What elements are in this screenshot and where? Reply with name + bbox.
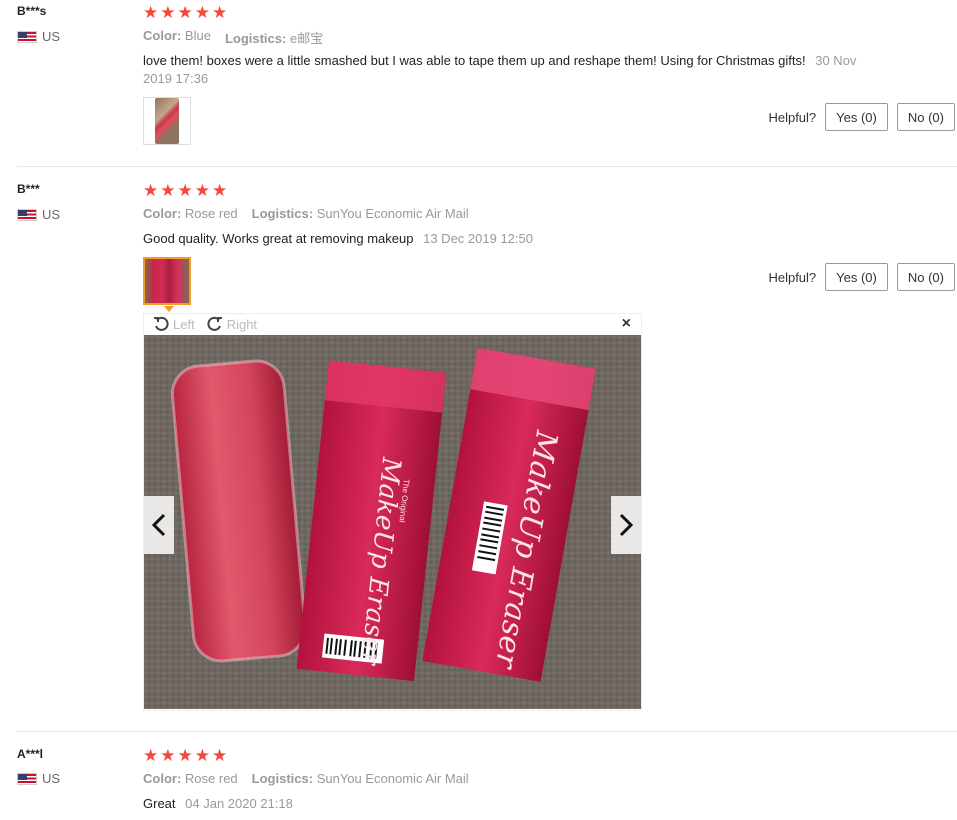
helpful-yes-button[interactable]: Yes (0) xyxy=(825,103,888,131)
helpful-label: Helpful? xyxy=(768,269,817,285)
active-thumb-indicator xyxy=(164,306,174,312)
logistics-label: Logistics: xyxy=(224,31,287,46)
helpful-no-button[interactable]: No (0) xyxy=(896,103,955,131)
review-photo-thumbnail[interactable] xyxy=(143,97,191,145)
rotate-left-icon xyxy=(154,316,169,331)
rotate-right-label: Right xyxy=(226,316,258,332)
star-icon: ★ xyxy=(194,3,210,22)
product-photo-illustration: MakeUp Eraser The Original MakeUp Eraser xyxy=(144,335,641,709)
helpful-label: Helpful? xyxy=(768,109,817,125)
helpful-yes-button[interactable]: Yes (0) xyxy=(825,263,888,291)
product-photo xyxy=(145,259,189,303)
reviewer-country: US xyxy=(17,207,60,222)
star-icon: ★ xyxy=(194,181,210,200)
review-body: Good quality. Works great at removing ma… xyxy=(143,231,414,246)
previous-photo-button[interactable] xyxy=(144,496,174,554)
color-label: Color: xyxy=(143,206,182,221)
us-flag-icon xyxy=(17,772,37,785)
chevron-left-icon xyxy=(152,513,166,537)
reviewer-name: B***s xyxy=(17,4,47,18)
review-date: 04 Jan 2020 21:18 xyxy=(185,796,293,811)
product-photo xyxy=(155,98,179,144)
logistics-label: Logistics: xyxy=(251,771,314,786)
star-icon: ★ xyxy=(177,3,193,22)
review-divider xyxy=(17,166,957,167)
color-label: Color: xyxy=(143,771,182,786)
star-icon: ★ xyxy=(143,3,159,22)
country-code: US xyxy=(42,771,61,786)
helpful-voting: Helpful? Yes (0) No (0) xyxy=(768,263,955,291)
rotate-right-button[interactable]: Right xyxy=(207,316,257,332)
color-value: Blue xyxy=(184,28,211,43)
star-icon: ★ xyxy=(160,3,176,22)
review-body: love them! boxes were a little smashed b… xyxy=(143,53,806,68)
review-text: Good quality. Works great at removing ma… xyxy=(143,230,863,248)
country-code: US xyxy=(42,29,61,44)
rating-stars: ★ ★ ★ ★ ★ xyxy=(143,4,227,21)
photo-viewer: Left Right × MakeUp Eraser The Original … xyxy=(143,313,642,711)
product-photo-large: MakeUp Eraser The Original MakeUp Eraser xyxy=(144,335,641,709)
review-meta: Color: Blue Logistics: e邮宝 xyxy=(143,28,323,47)
logistics-value: SunYou Economic Air Mail xyxy=(316,206,469,221)
review-divider xyxy=(17,731,957,732)
reviewer-country: US xyxy=(17,771,60,786)
helpful-voting: Helpful? Yes (0) No (0) xyxy=(768,103,955,131)
star-icon: ★ xyxy=(160,181,176,200)
rating-stars: ★ ★ ★ ★ ★ xyxy=(143,747,227,764)
viewer-toolbar: Left Right xyxy=(144,314,641,334)
review-body: Great xyxy=(143,796,176,811)
color-value: Rose red xyxy=(184,206,238,221)
reviewer-country: US xyxy=(17,29,60,44)
star-icon: ★ xyxy=(212,746,228,765)
rotate-left-label: Left xyxy=(173,316,195,332)
star-icon: ★ xyxy=(212,3,228,22)
us-flag-icon xyxy=(17,208,37,221)
rotate-left-button[interactable]: Left xyxy=(153,316,195,332)
star-icon: ★ xyxy=(212,181,228,200)
logistics-label: Logistics: xyxy=(251,206,314,221)
logistics-value: e邮宝 xyxy=(289,31,324,46)
review-meta: Color: Rose red Logistics: SunYou Econom… xyxy=(143,206,469,221)
star-icon: ★ xyxy=(160,746,176,765)
review-photo-thumbnail[interactable] xyxy=(143,257,191,305)
logistics-value: SunYou Economic Air Mail xyxy=(316,771,469,786)
helpful-no-button[interactable]: No (0) xyxy=(896,263,955,291)
star-icon: ★ xyxy=(194,746,210,765)
review-meta: Color: Rose red Logistics: SunYou Econom… xyxy=(143,771,469,786)
country-code: US xyxy=(42,207,61,222)
rating-stars: ★ ★ ★ ★ ★ xyxy=(143,182,227,199)
star-icon: ★ xyxy=(177,746,193,765)
star-icon: ★ xyxy=(143,181,159,200)
star-icon: ★ xyxy=(143,746,159,765)
rotate-right-icon xyxy=(207,316,222,331)
next-photo-button[interactable] xyxy=(611,496,641,554)
us-flag-icon xyxy=(17,30,37,43)
color-label: Color: xyxy=(143,28,182,43)
reviewer-name: B*** xyxy=(17,182,40,196)
star-icon: ★ xyxy=(177,181,193,200)
close-icon[interactable]: × xyxy=(622,315,631,333)
review-date: 13 Dec 2019 12:50 xyxy=(423,231,533,246)
chevron-right-icon xyxy=(619,513,633,537)
review-text: Great 04 Jan 2020 21:18 xyxy=(143,795,863,813)
color-value: Rose red xyxy=(184,771,238,786)
reviewer-name: A***l xyxy=(17,747,44,761)
review-text: love them! boxes were a little smashed b… xyxy=(143,52,863,88)
